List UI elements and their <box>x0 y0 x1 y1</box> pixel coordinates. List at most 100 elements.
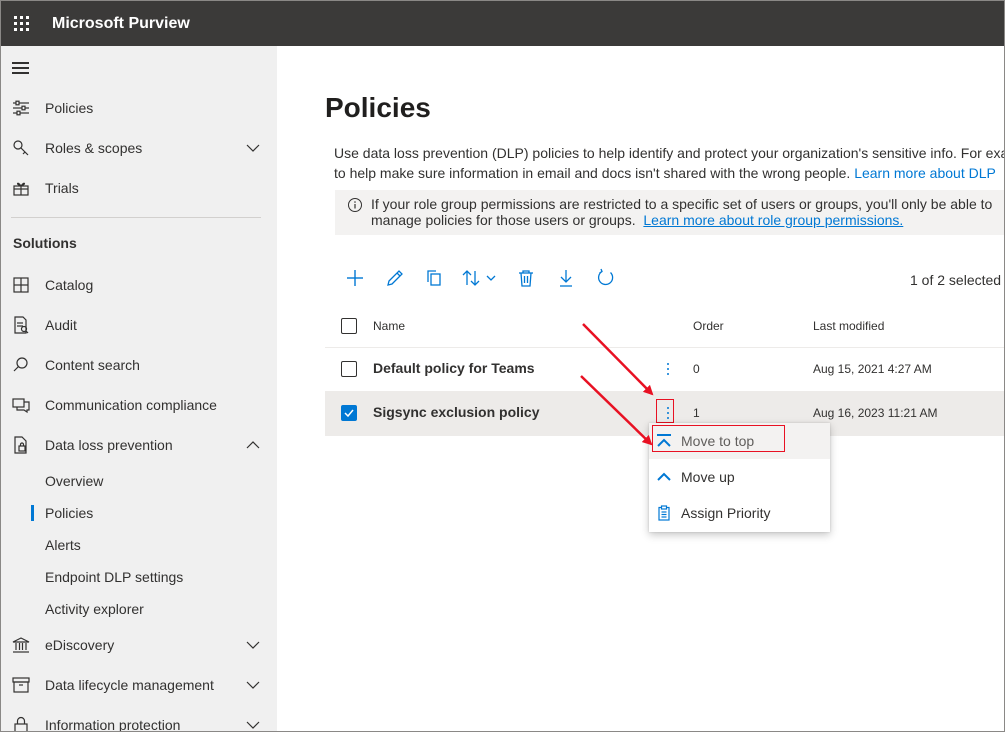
annotation-highlight-box <box>652 425 785 452</box>
sidebar-item-data-lifecycle-management[interactable]: Data lifecycle management <box>1 667 277 703</box>
sidebar-item-information-protection[interactable]: Information protection <box>1 707 277 732</box>
menu-item-label: Assign Priority <box>681 505 771 521</box>
section-heading-solutions: Solutions <box>13 235 77 251</box>
info-line-1: If your role group permissions are restr… <box>371 196 993 212</box>
sort-order-button[interactable] <box>461 267 501 289</box>
delete-policy-button[interactable] <box>515 267 537 289</box>
checkmark-icon <box>344 409 354 418</box>
row-checkbox-checked[interactable] <box>341 405 357 421</box>
app-window: Microsoft Purview Policies Roles & scope… <box>0 0 1005 732</box>
sidebar-item-label: Endpoint DLP settings <box>45 569 184 585</box>
sidebar-item-audit[interactable]: Audit <box>1 307 277 343</box>
app-launcher-button[interactable] <box>1 1 41 46</box>
more-options-button[interactable] <box>660 359 676 379</box>
policy-last-modified: Aug 15, 2021 4:27 AM <box>813 362 932 376</box>
info-text: manage policies for those users or group… <box>371 212 636 228</box>
chevron-down-icon[interactable] <box>245 637 261 653</box>
copy-policy-button[interactable] <box>423 267 445 289</box>
hamburger-icon[interactable] <box>12 62 29 74</box>
chevron-down-icon[interactable] <box>245 140 261 156</box>
sidebar-item-catalog[interactable]: Catalog <box>1 267 277 303</box>
search-icon <box>11 355 31 375</box>
column-header-name[interactable]: Name <box>373 319 405 333</box>
header-divider <box>325 347 1004 348</box>
select-all-checkbox[interactable] <box>341 318 357 334</box>
sidebar-item-label: Data lifecycle management <box>45 677 214 693</box>
sidebar-item-label: Communication compliance <box>45 397 217 413</box>
divider <box>11 217 261 218</box>
sidebar-item-label: Audit <box>45 317 77 333</box>
sidebar-item-label: Alerts <box>45 537 81 553</box>
policy-name[interactable]: Default policy for Teams <box>373 360 535 376</box>
learn-more-dlp-link[interactable]: Learn more about DLP <box>854 165 996 181</box>
sidebar-item-roles-scopes[interactable]: Roles & scopes <box>1 130 277 166</box>
annotation-highlight-box <box>656 399 674 423</box>
download-icon <box>560 270 572 287</box>
plus-icon <box>347 270 363 286</box>
top-bar: Microsoft Purview <box>1 1 1004 46</box>
catalog-icon <box>11 275 31 295</box>
menu-item-label: Move up <box>681 469 735 485</box>
refresh-icon <box>597 268 614 286</box>
active-indicator <box>31 505 34 521</box>
export-button[interactable] <box>555 267 577 289</box>
role-group-permissions-link[interactable]: Learn more about role group permissions. <box>643 212 903 228</box>
sidebar-item-label: Roles & scopes <box>45 140 143 156</box>
policy-last-modified: Aug 16, 2023 11:21 AM <box>813 406 938 420</box>
chevron-down-icon[interactable] <box>245 677 261 693</box>
row-checkbox[interactable] <box>341 361 357 377</box>
context-menu: Move to top Move up Assign Priority <box>649 423 830 532</box>
main-content: Policies Use data loss prevention (DLP) … <box>277 46 1005 731</box>
sidebar-item-label: Content search <box>45 357 140 373</box>
archive-icon <box>11 675 31 695</box>
info-message-bar: If your role group permissions are restr… <box>335 190 1004 235</box>
sidebar-item-trials[interactable]: Trials <box>1 170 277 206</box>
waffle-icon <box>13 16 29 31</box>
chat-icon <box>11 395 31 415</box>
app-title[interactable]: Microsoft Purview <box>52 15 190 33</box>
policy-order: 1 <box>693 406 700 420</box>
sidebar-item-communication-compliance[interactable]: Communication compliance <box>1 387 277 423</box>
trials-icon <box>11 178 31 198</box>
chevron-up-icon[interactable] <box>245 437 261 453</box>
description-line-2: to help make sure information in email a… <box>334 163 1004 183</box>
sidebar-item-content-search[interactable]: Content search <box>1 347 277 383</box>
sidebar-item-label: Activity explorer <box>45 601 144 617</box>
chevron-up-icon <box>657 472 671 481</box>
sidebar-subitem-overview[interactable]: Overview <box>1 467 277 495</box>
sidebar: Policies Roles & scopes Trials Solutions… <box>1 46 277 732</box>
create-policy-button[interactable] <box>344 267 366 289</box>
sidebar-subitem-endpoint-dlp-settings[interactable]: Endpoint DLP settings <box>1 563 277 591</box>
sidebar-subitem-activity-explorer[interactable]: Activity explorer <box>1 595 277 623</box>
policy-name[interactable]: Sigsync exclusion policy <box>373 404 540 420</box>
dlp-icon <box>11 435 31 455</box>
sidebar-item-policies[interactable]: Policies <box>1 90 277 126</box>
sidebar-item-ediscovery[interactable]: eDiscovery <box>1 627 277 663</box>
lock-icon <box>11 715 31 731</box>
refresh-button[interactable] <box>595 267 617 289</box>
policy-order: 0 <box>693 362 700 376</box>
column-header-last-modified[interactable]: Last modified <box>813 319 884 333</box>
sidebar-subitem-policies[interactable]: Policies <box>1 499 277 527</box>
edit-policy-button[interactable] <box>384 267 406 289</box>
info-line-2: manage policies for those users or group… <box>371 212 992 228</box>
sidebar-item-label: Catalog <box>45 277 94 293</box>
pencil-icon <box>387 270 403 286</box>
sidebar-item-label: Policies <box>45 505 94 521</box>
info-message-text: If your role group permissions are restr… <box>371 196 992 228</box>
description-line-1: Use data loss prevention (DLP) policies … <box>334 145 1005 161</box>
menu-item-move-up[interactable]: Move up <box>649 459 830 495</box>
info-icon <box>348 198 362 212</box>
menu-item-assign-priority[interactable]: Assign Priority <box>649 495 830 531</box>
clipboard-icon <box>658 505 670 521</box>
sidebar-item-label: Policies <box>45 100 94 116</box>
sidebar-subitem-alerts[interactable]: Alerts <box>1 531 277 559</box>
selected-count: 1 of 2 selected <box>910 272 1002 288</box>
page-title: Policies <box>325 92 431 123</box>
column-header-order[interactable]: Order <box>693 319 724 333</box>
page-description: Use data loss prevention (DLP) policies … <box>334 143 1005 183</box>
sidebar-item-data-loss-prevention[interactable]: Data loss prevention <box>1 427 277 463</box>
copy-icon <box>427 270 441 286</box>
chevron-down-icon[interactable] <box>245 717 261 732</box>
sliders-icon <box>11 98 31 118</box>
